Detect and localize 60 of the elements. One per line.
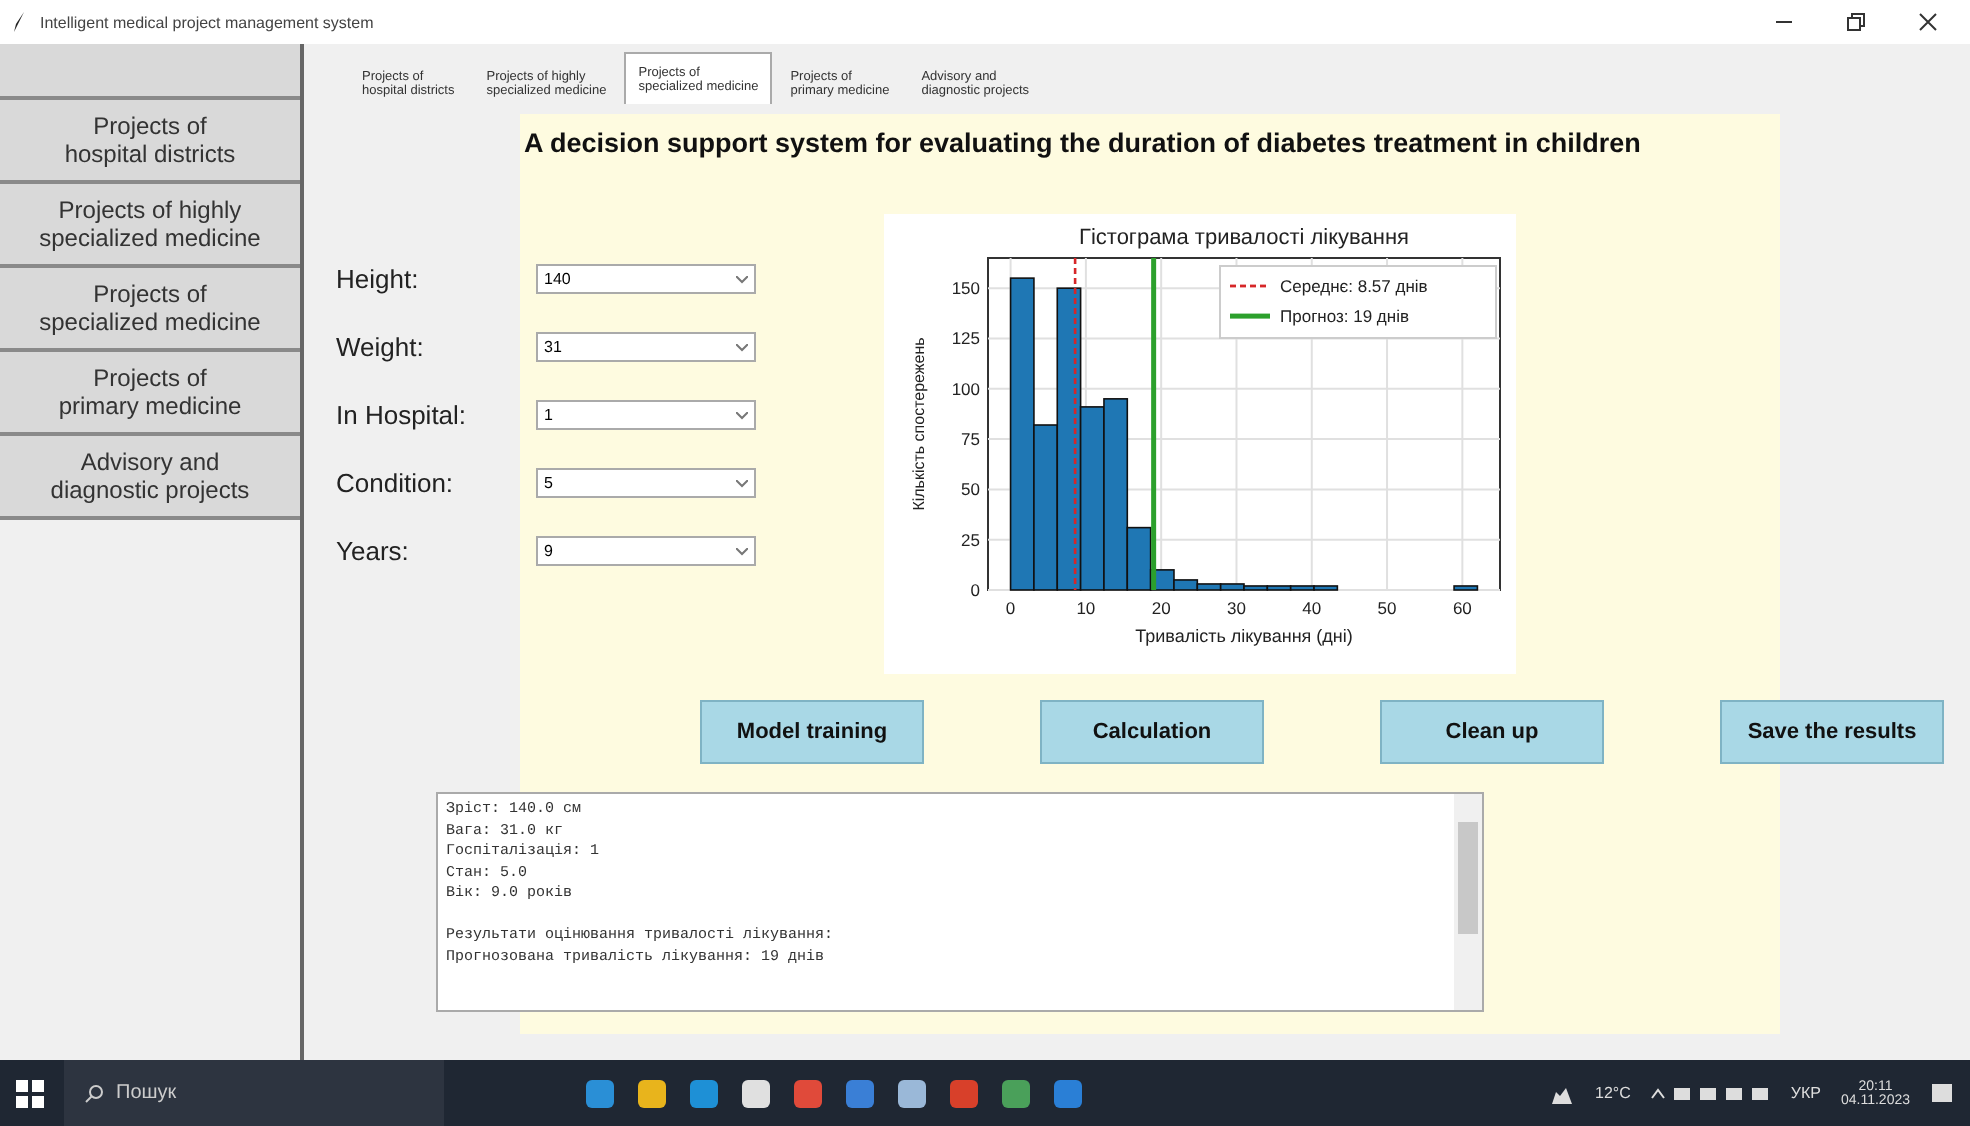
sidebar-item[interactable]: Projects of highly specialized medicine	[0, 184, 300, 268]
action-button[interactable]: Calculation	[1040, 700, 1264, 764]
combo-box[interactable]: 5	[536, 468, 756, 498]
combo-box[interactable]: 31	[536, 332, 756, 362]
chevron-down-icon	[736, 343, 748, 351]
x-tick-label: 10	[1076, 598, 1096, 618]
field-label: Condition:	[336, 468, 456, 498]
chart-title: Гістограма тривалості лікування	[1079, 226, 1409, 250]
field-label: In Hospital:	[336, 400, 469, 430]
x-tick-label: 0	[1005, 598, 1016, 618]
search-field[interactable]: Пошук	[64, 1060, 444, 1126]
sidebar-item[interactable]: Projects of primary medicine	[0, 352, 300, 436]
language-indicator[interactable]: УКР	[1790, 1084, 1821, 1102]
histogram-bar	[1453, 585, 1479, 591]
combo-box[interactable]: 1	[536, 400, 756, 430]
restore-icon[interactable]	[1846, 12, 1866, 32]
action-button[interactable]: Model training	[700, 700, 924, 764]
y-tick-label: 50	[961, 479, 980, 500]
notification-icon[interactable]	[1930, 1081, 1954, 1105]
action-button[interactable]: Clean up	[1380, 700, 1604, 764]
app-icon[interactable]	[636, 1077, 668, 1109]
y-tick-label: 125	[951, 328, 980, 349]
y-axis-label: Кількість спостережень	[910, 337, 928, 511]
search-icon	[84, 1083, 104, 1103]
sidebar-item[interactable]: Projects of specialized medicine	[0, 268, 300, 352]
sidebar-item[interactable]: Advisory and diagnostic projects	[0, 436, 300, 520]
chevron-down-icon	[736, 275, 748, 283]
combo-box[interactable]: 9	[536, 536, 756, 566]
app-icon[interactable]	[1000, 1077, 1032, 1109]
heading: A decision support system for evaluating the duration of diabetes treatment in children	[524, 128, 1641, 158]
chevron-down-icon	[736, 479, 748, 487]
y-tick-label: 100	[951, 378, 980, 399]
x-axis-label: Тривалість лікування (дні)	[1135, 626, 1353, 646]
chevron-down-icon	[736, 411, 748, 419]
y-tick-label: 75	[961, 429, 980, 450]
x-tick-label: 50	[1377, 598, 1397, 618]
field-label: Years:	[336, 536, 411, 566]
weather-text: 12°C	[1595, 1084, 1631, 1102]
y-tick-label: 0	[970, 580, 980, 600]
x-tick-label: 40	[1302, 598, 1322, 618]
combo-box[interactable]: 140	[536, 264, 756, 294]
sidebar-item[interactable]: Projects of hospital districts	[0, 100, 300, 184]
windows-logo-icon[interactable]	[16, 1079, 44, 1107]
y-tick-label: 25	[961, 529, 980, 550]
legend-label: Середнє: 8.57 днів	[1280, 276, 1428, 296]
scrollbar[interactable]	[1454, 794, 1482, 1010]
y-tick-label: 150	[951, 278, 980, 299]
legend-label: Прогноз: 19 днів	[1280, 306, 1409, 326]
app-icon[interactable]	[896, 1077, 928, 1109]
field-label: Height:	[336, 264, 421, 294]
x-tick-label: 60	[1452, 598, 1472, 618]
field-label: Weight:	[336, 332, 426, 362]
chevron-down-icon	[736, 547, 748, 555]
close-icon[interactable]	[1918, 12, 1938, 32]
action-button[interactable]: Save the results	[1720, 700, 1944, 764]
x-tick-label: 30	[1227, 598, 1246, 618]
x-tick-label: 20	[1151, 598, 1171, 618]
window-title: Intelligent medical project management system	[40, 13, 376, 31]
app-icon[interactable]	[740, 1077, 772, 1109]
feather-icon	[12, 12, 28, 32]
